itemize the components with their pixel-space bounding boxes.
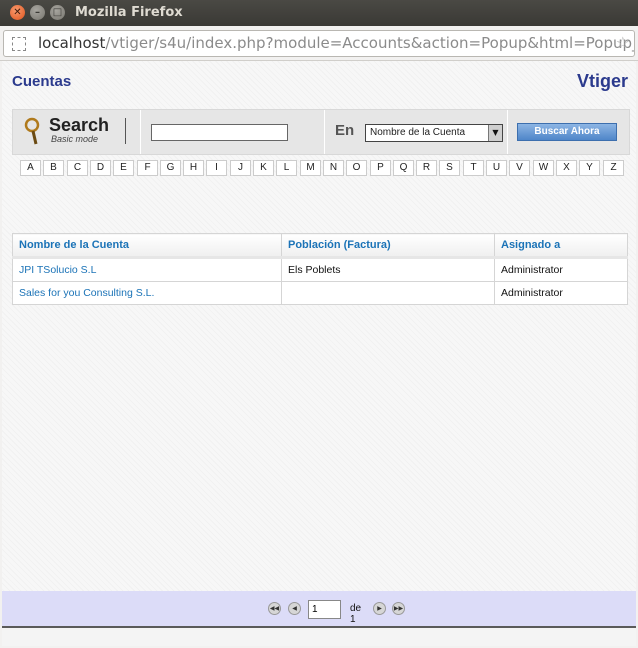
alphabet-letter-b[interactable]: B [43, 160, 64, 176]
url-text[interactable]: localhost/vtiger/s4u/index.php?module=Ac… [38, 34, 635, 52]
page-number-input[interactable]: 1 [308, 600, 341, 619]
alphabet-letter-t[interactable]: T [463, 160, 484, 176]
alphabet-letter-s[interactable]: S [439, 160, 460, 176]
table-row: Sales for you Consulting S.L. Administra… [12, 281, 628, 305]
url-host: localhost [38, 34, 106, 52]
search-input-cell [140, 110, 324, 154]
alphabet-letter-c[interactable]: C [67, 160, 88, 176]
table-header-row: Nombre de la Cuenta Población (Factura) … [12, 233, 628, 259]
maximize-icon[interactable]: □ [50, 5, 65, 20]
table-cell-name: JPI TSolucio S.L [12, 257, 282, 282]
account-link[interactable]: JPI TSolucio S.L [19, 264, 96, 276]
search-field-cell: En Nombre de la Cuenta ▼ [324, 110, 507, 154]
next-page-icon[interactable]: ▶ [373, 602, 386, 615]
address-bar: localhost/vtiger/s4u/index.php?module=Ac… [0, 26, 638, 61]
status-area [2, 628, 636, 646]
window-title: Mozilla Firefox [75, 5, 183, 20]
table-cell-name: Sales for you Consulting S.L. [12, 281, 282, 305]
alphabet-letter-v[interactable]: V [509, 160, 530, 176]
alphabet-letter-d[interactable]: D [90, 160, 111, 176]
column-header-name[interactable]: Nombre de la Cuenta [12, 233, 282, 259]
site-identity-icon[interactable] [12, 37, 26, 51]
search-field-select[interactable]: Nombre de la Cuenta ▼ [365, 124, 503, 142]
last-page-icon[interactable]: ▶▶ [392, 602, 405, 615]
divider [125, 118, 126, 144]
alphabet-letter-z[interactable]: Z [603, 160, 624, 176]
close-icon[interactable]: ✕ [10, 5, 25, 20]
url-path: /vtiger/s4u/index.php?module=Accounts&ac… [105, 34, 635, 52]
window-title-bar: ✕ – □ Mozilla Firefox [0, 0, 638, 26]
alphabet-letter-l[interactable]: L [276, 160, 297, 176]
alphabet-letter-y[interactable]: Y [579, 160, 600, 176]
page-content: Cuentas Vtiger Search Basic mode En Nomb… [2, 61, 636, 646]
pagination-bar: ◀◀ ◀ 1 de 1 ▶ ▶▶ [2, 591, 636, 626]
search-button[interactable]: Buscar Ahora [517, 123, 617, 141]
account-link[interactable]: Sales for you Consulting S.L. [19, 287, 154, 299]
alphabet-letter-r[interactable]: R [416, 160, 437, 176]
alphabet-letter-g[interactable]: G [160, 160, 181, 176]
alphabet-letter-f[interactable]: F [137, 160, 158, 176]
alphabet-letter-x[interactable]: X [556, 160, 577, 176]
search-input[interactable] [151, 124, 288, 141]
table-row: JPI TSolucio S.L Els Poblets Administrat… [12, 257, 628, 282]
table-cell-assigned: Administrator [494, 257, 628, 282]
results-table: Nombre de la Cuenta Población (Factura) … [12, 233, 628, 305]
search-heading: Search Basic mode [13, 110, 138, 154]
alphabet-letter-m[interactable]: M [300, 160, 321, 176]
star-icon[interactable]: ☆ [616, 33, 630, 52]
alphabet-letter-a[interactable]: A [20, 160, 41, 176]
minimize-icon[interactable]: – [30, 5, 45, 20]
alphabet-letter-e[interactable]: E [113, 160, 134, 176]
alphabet-letter-p[interactable]: P [370, 160, 391, 176]
column-header-assigned[interactable]: Asignado a [494, 233, 628, 259]
alphabet-letter-j[interactable]: J [230, 160, 251, 176]
column-header-city[interactable]: Población (Factura) [281, 233, 495, 259]
alphabet-letter-u[interactable]: U [486, 160, 507, 176]
magnifier-icon [24, 117, 40, 145]
previous-page-icon[interactable]: ◀ [288, 602, 301, 615]
alphabet-letter-w[interactable]: W [533, 160, 554, 176]
in-label: En [335, 122, 355, 139]
alphabet-letter-h[interactable]: H [183, 160, 204, 176]
search-panel: Search Basic mode En Nombre de la Cuenta… [12, 109, 630, 155]
module-title: Cuentas [12, 73, 72, 90]
alphabet-letter-n[interactable]: N [323, 160, 344, 176]
alphabet-letter-q[interactable]: Q [393, 160, 414, 176]
page-count: de 1 [350, 603, 362, 625]
alphabet-letter-k[interactable]: K [253, 160, 274, 176]
first-page-icon[interactable]: ◀◀ [268, 602, 281, 615]
search-title: Search [49, 115, 110, 135]
search-button-cell: Buscar Ahora [507, 110, 630, 154]
url-field[interactable]: localhost/vtiger/s4u/index.php?module=Ac… [3, 30, 635, 57]
brand-logo: Vtiger [576, 71, 628, 91]
table-cell-city: Els Poblets [281, 257, 495, 282]
alphabet-letter-i[interactable]: I [206, 160, 227, 176]
search-field-value: Nombre de la Cuenta [370, 127, 466, 138]
alphabet-letter-o[interactable]: O [346, 160, 367, 176]
search-mode: Basic mode [51, 134, 99, 144]
table-cell-city [281, 281, 495, 305]
table-cell-assigned: Administrator [494, 281, 628, 305]
chevron-down-icon[interactable]: ▼ [488, 125, 502, 141]
